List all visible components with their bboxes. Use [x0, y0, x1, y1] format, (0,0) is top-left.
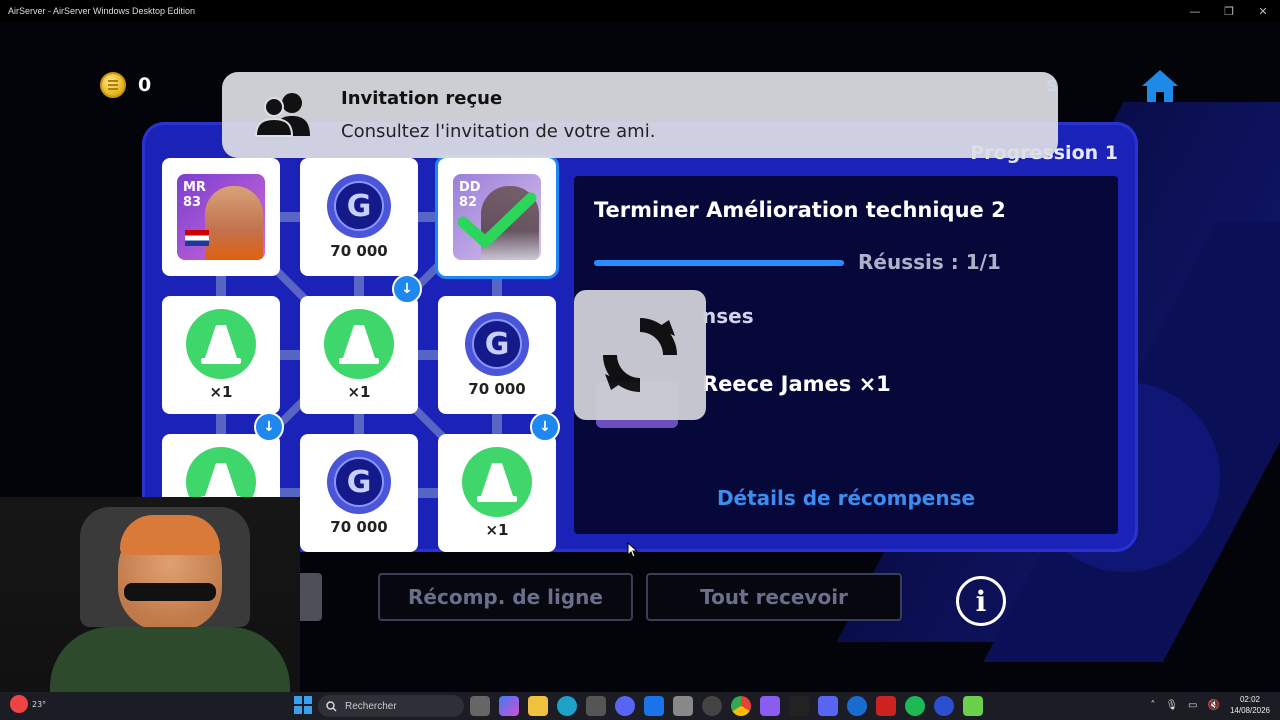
reward-amount: ×1 [209, 383, 233, 401]
clock-time: 02:02 [1239, 695, 1260, 704]
reward-tile-gp[interactable]: G 70 000 [438, 296, 556, 414]
cone-icon [324, 309, 394, 379]
file-explorer-icon[interactable] [528, 696, 548, 716]
objective-progress-bar [594, 260, 844, 266]
notification-title: Invitation reçue [341, 88, 503, 109]
reward-tile-player-mr[interactable]: MR 83 [162, 158, 280, 276]
player-card: MR 83 [177, 174, 265, 260]
close-button[interactable]: ✕ [1246, 0, 1280, 22]
search-icon [326, 700, 337, 711]
row-reward-button[interactable]: Récomp. de ligne [378, 573, 633, 621]
cone-icon [186, 309, 256, 379]
mic-icon[interactable]: 🎙 [1165, 700, 1178, 711]
taskbar-apps [470, 696, 983, 716]
chevron-up-icon[interactable]: ˄ [1150, 700, 1155, 711]
weather-widget[interactable]: 23° [10, 695, 46, 713]
reward-details-link[interactable]: Détails de récompense [574, 486, 1118, 510]
taskbar: 23° Rechercher ˄ 🎙 ▭ 🔇 02:02 14/08/2026 [0, 692, 1280, 720]
reward-amount: 70 000 [330, 518, 388, 536]
reward-amount: 70 000 [330, 242, 388, 260]
ea-icon[interactable] [934, 696, 954, 716]
store-icon[interactable] [586, 696, 606, 716]
chat-icon[interactable] [818, 696, 838, 716]
player-portrait [205, 186, 263, 260]
checkmark-icon [457, 192, 537, 248]
mail-icon[interactable] [644, 696, 664, 716]
clock-date: 14/08/2026 [1229, 706, 1270, 715]
friends-icon [254, 92, 314, 138]
system-tray: ˄ 🎙 ▭ 🔇 02:02 14/08/2026 [1150, 694, 1270, 716]
task-view-icon[interactable] [470, 696, 490, 716]
reward-tile-cone[interactable]: ×1 [300, 296, 418, 414]
maximize-button[interactable]: ❐ [1212, 0, 1246, 22]
weather-icon [10, 695, 28, 713]
gp-coin-icon: G [327, 174, 391, 238]
play-icon[interactable] [963, 696, 983, 716]
clock[interactable]: 02:02 14/08/2026 [1230, 694, 1270, 716]
home-icon[interactable] [1140, 68, 1180, 104]
download-badge-icon: ↓ [392, 274, 422, 304]
reward-tile-player-dd[interactable]: DD 82 [438, 158, 556, 276]
minimize-button[interactable]: — [1178, 0, 1212, 22]
objective-progress-fill [594, 260, 844, 266]
airserver-icon[interactable] [673, 696, 693, 716]
weather-temp: 23° [32, 699, 47, 709]
objective-success: Réussis : 1/1 [858, 250, 1001, 274]
coin-balance: 0 [100, 72, 151, 98]
sync-icon [603, 318, 677, 392]
app-icon[interactable] [789, 696, 809, 716]
person-glasses [124, 583, 216, 601]
webcam-overlay [0, 497, 300, 720]
coin-icon [100, 72, 126, 98]
person-hair [120, 515, 220, 555]
info-button[interactable]: i [956, 576, 1006, 626]
gp-coin-icon: G [465, 312, 529, 376]
chrome-icon[interactable] [731, 696, 751, 716]
flag-icon [185, 230, 209, 246]
mouse-cursor-icon [627, 542, 639, 558]
invitation-notification[interactable]: Invitation reçue Consultez l'invitation … [222, 72, 1058, 158]
taskbar-search[interactable]: Rechercher [318, 695, 464, 717]
cone-icon [462, 447, 532, 517]
volume-icon[interactable]: 🔇 [1208, 700, 1220, 711]
edge-icon[interactable] [557, 696, 577, 716]
window-controls: — ❐ ✕ [1178, 0, 1280, 22]
reward-tile-cone[interactable]: ×1 [162, 296, 280, 414]
gp-coin-icon: G [327, 450, 391, 514]
receive-all-button[interactable]: Tout recevoir [646, 573, 902, 621]
steam-icon[interactable] [847, 696, 867, 716]
network-icon[interactable]: ▭ [1188, 700, 1197, 711]
discord-icon[interactable] [615, 696, 635, 716]
github-icon[interactable] [702, 696, 722, 716]
controller-icon[interactable] [760, 696, 780, 716]
window-titlebar: AirServer - AirServer Windows Desktop Ed… [0, 0, 1280, 22]
notification-message: Consultez l'invitation de votre ami. [341, 121, 656, 142]
reward-item: Reece James ×1 [702, 372, 891, 396]
window-title: AirServer - AirServer Windows Desktop Ed… [8, 6, 196, 16]
search-placeholder: Rechercher [345, 700, 397, 712]
player-card: DD 82 [453, 174, 541, 260]
copilot-icon[interactable] [499, 696, 519, 716]
reward-amount: ×1 [485, 521, 509, 539]
coin-count: 0 [138, 74, 152, 96]
spotify-icon[interactable] [905, 696, 925, 716]
reward-tile-gp[interactable]: G 70 000 [300, 434, 418, 552]
objective-title: Terminer Amélioration technique 2 [594, 198, 1006, 222]
loading-spinner [574, 290, 706, 420]
download-badge-icon: ↓ [530, 412, 560, 442]
reward-grid: MR 83 G 70 000 DD 82 ×1 ×1 G 70 000 G 70… [162, 158, 560, 552]
start-icon[interactable] [294, 696, 312, 714]
reward-amount: 70 000 [468, 380, 526, 398]
rewards-header: nses [702, 304, 754, 328]
player-card-rating: MR 83 [183, 180, 206, 210]
reward-tile-cone[interactable]: ×1 [438, 434, 556, 552]
record-icon[interactable] [876, 696, 896, 716]
download-badge-icon: ↓ [254, 412, 284, 442]
reward-amount: ×1 [347, 383, 371, 401]
reward-tile-gp[interactable]: G 70 000 [300, 158, 418, 276]
